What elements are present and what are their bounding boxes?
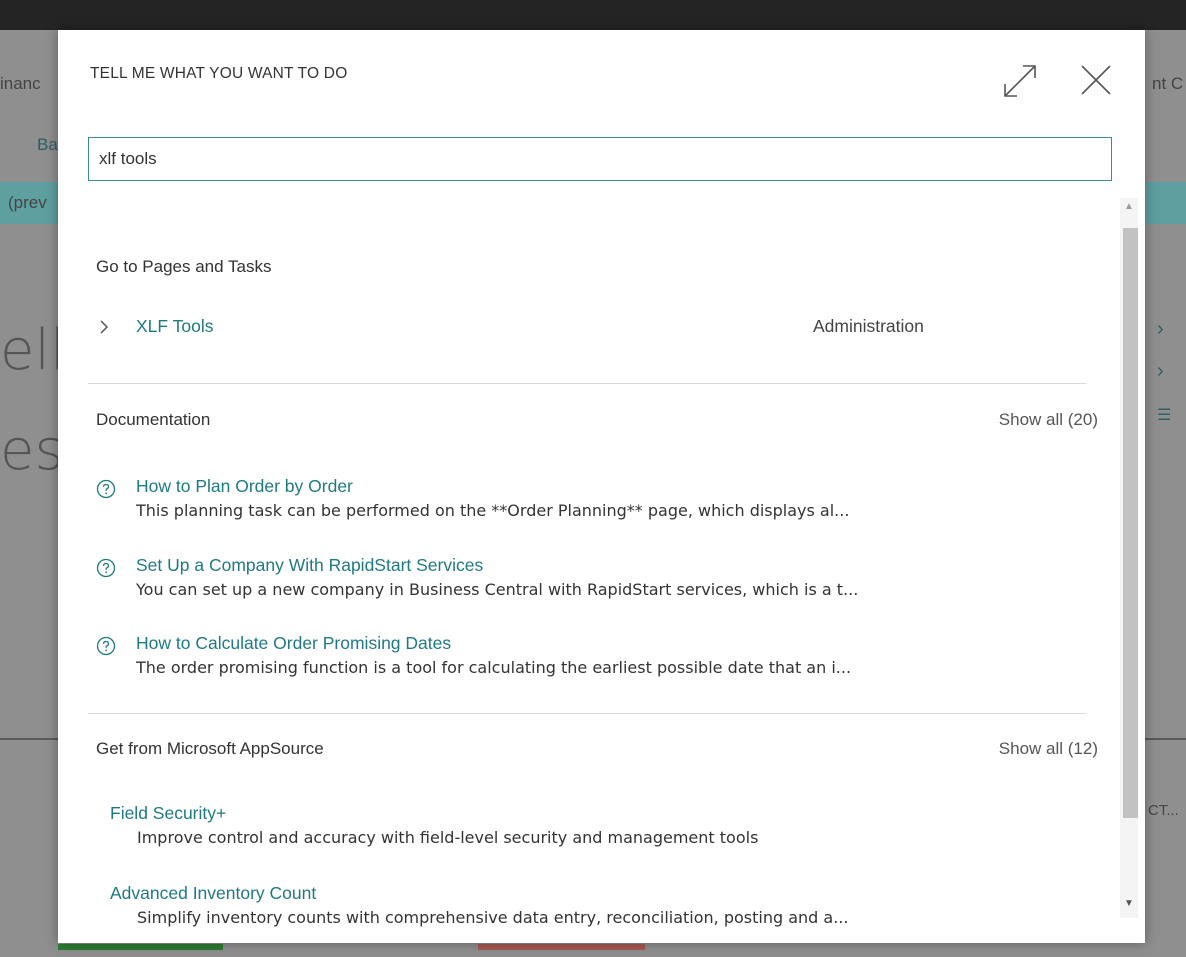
- bg-chevron-icon: ›: [1157, 318, 1164, 340]
- section-heading-appsource: Get from Microsoft AppSource: [96, 739, 324, 758]
- bg-bar-green: [58, 944, 223, 950]
- page-result-category: Administration: [813, 316, 924, 336]
- appsource-result-item[interactable]: Advanced Inventory Count Simplify invent…: [110, 883, 1090, 933]
- doc-result-title[interactable]: How to Calculate Order Promising Dates: [136, 633, 451, 654]
- page-result-row[interactable]: XLF Tools Administration: [96, 312, 1086, 342]
- expand-icon: [1004, 65, 1036, 97]
- documentation-show-all-link[interactable]: Show all (20): [999, 410, 1098, 430]
- bg-fragment-2: Ba: [37, 135, 58, 154]
- results-list: ▲ ▼ Go to Pages and Tasks XLF Tools Admi…: [88, 198, 1138, 933]
- chevron-right-icon: [100, 320, 109, 334]
- bg-bar-red: [478, 944, 645, 950]
- doc-result-item[interactable]: Set Up a Company With RapidStart Service…: [96, 555, 1086, 605]
- doc-result-title[interactable]: Set Up a Company With RapidStart Service…: [136, 555, 483, 576]
- bg-fragment-6: nt C: [1152, 74, 1184, 93]
- doc-result-description: This planning task can be performed on t…: [136, 501, 850, 520]
- bg-divider: [0, 738, 58, 740]
- section-heading-documentation: Documentation: [96, 410, 211, 429]
- doc-result-description: The order promising function is a tool f…: [136, 658, 852, 677]
- tell-me-dialog: TELL ME WHAT YOU WANT TO DO ▲ ▼ Go to Pa…: [58, 30, 1145, 943]
- bg-list-icon: ☰: [1157, 407, 1172, 424]
- scrollbar-thumb[interactable]: [1123, 228, 1138, 818]
- scroll-down-icon[interactable]: ▼: [1124, 898, 1134, 909]
- help-icon: [96, 479, 116, 499]
- bg-chevron-icon: ›: [1157, 360, 1164, 382]
- page-result-link[interactable]: XLF Tools: [136, 316, 214, 337]
- scroll-up-icon[interactable]: ▲: [1124, 201, 1134, 212]
- appsource-result-description: Improve control and accuracy with field-…: [137, 828, 759, 847]
- appsource-result-description: Simplify inventory counts with comprehen…: [137, 908, 849, 927]
- bg-fragment-4: ell: [0, 318, 66, 383]
- bg-fragment-3: (prev: [8, 193, 47, 212]
- appsource-result-item[interactable]: Field Security+ Improve control and accu…: [110, 803, 1090, 853]
- bg-fragment-5: es: [0, 418, 64, 483]
- bg-fragment-7: CT...: [1148, 802, 1179, 819]
- help-icon: [96, 636, 116, 656]
- help-icon: [96, 558, 116, 578]
- doc-result-item[interactable]: How to Calculate Order Promising Dates T…: [96, 633, 1086, 683]
- top-bar: [0, 0, 1186, 30]
- appsource-show-all-link[interactable]: Show all (12): [999, 739, 1098, 759]
- bg-divider: [1145, 738, 1186, 740]
- section-heading-pages: Go to Pages and Tasks: [96, 257, 272, 276]
- close-icon: [1081, 65, 1111, 95]
- doc-result-item[interactable]: How to Plan Order by Order This planning…: [96, 476, 1086, 526]
- expand-button[interactable]: [999, 58, 1043, 102]
- bg-fragment-1: inanc: [0, 74, 41, 93]
- section-divider: [88, 383, 1086, 384]
- doc-result-title[interactable]: How to Plan Order by Order: [136, 476, 353, 497]
- search-input[interactable]: [88, 137, 1112, 181]
- close-button[interactable]: [1074, 58, 1118, 102]
- doc-result-description: You can set up a new company in Business…: [136, 580, 859, 599]
- appsource-result-title[interactable]: Field Security+: [110, 803, 226, 824]
- section-divider: [88, 713, 1086, 714]
- appsource-result-title[interactable]: Advanced Inventory Count: [110, 883, 316, 904]
- dialog-title: TELL ME WHAT YOU WANT TO DO: [90, 65, 348, 82]
